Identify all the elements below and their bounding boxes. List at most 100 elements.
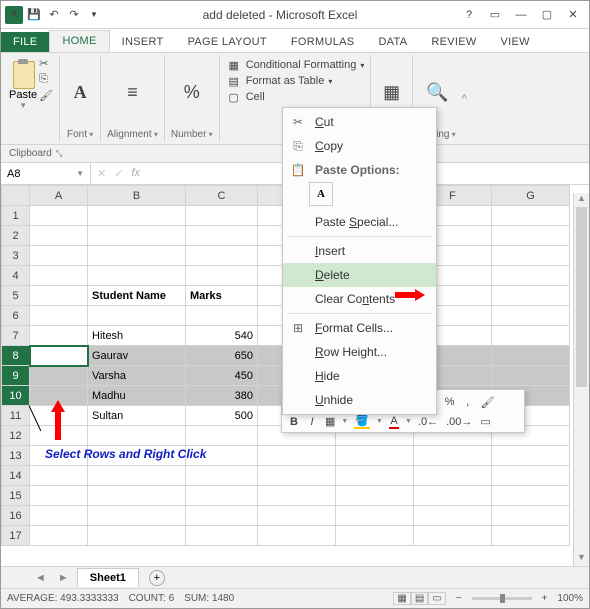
tab-review[interactable]: REVIEW [419, 32, 488, 52]
cut-icon[interactable]: ✂ [39, 57, 53, 71]
cell[interactable]: Hitesh [88, 326, 186, 346]
tab-file[interactable]: FILE [1, 32, 49, 52]
help-icon[interactable]: ? [457, 6, 481, 24]
conditional-formatting-button[interactable]: ▦Conditional Formatting ▾ [226, 57, 365, 73]
copy-icon[interactable]: ⎘ [39, 73, 53, 87]
row-header[interactable]: 10 [2, 386, 30, 406]
close-icon[interactable]: ✕ [561, 6, 585, 24]
menu-format-cells[interactable]: ⊞Format Cells... [283, 316, 436, 340]
border-icon[interactable]: ▦ [323, 415, 337, 428]
cell[interactable]: 650 [186, 346, 258, 366]
tab-view[interactable]: VIEW [489, 32, 542, 52]
tab-data[interactable]: DATA [366, 32, 419, 52]
row-header[interactable]: 15 [2, 486, 30, 506]
row-header[interactable]: 17 [2, 526, 30, 546]
minimize-icon[interactable]: ― [509, 6, 533, 24]
cell[interactable]: Marks [186, 286, 258, 306]
zoom-in-icon[interactable]: + [542, 593, 548, 604]
menu-paste-special[interactable]: Paste Special... [283, 210, 436, 234]
cancel-formula-icon[interactable]: ✕ [97, 167, 106, 180]
font-color-icon[interactable]: A [387, 415, 401, 429]
alignment-icon[interactable]: ≡ [119, 78, 147, 106]
font-icon[interactable]: A [66, 78, 94, 106]
name-box[interactable]: A8 ▼ [1, 163, 91, 184]
number-icon[interactable]: % [178, 78, 206, 106]
comma-format-icon[interactable]: , [461, 396, 475, 408]
accept-formula-icon[interactable]: ✓ [114, 167, 123, 180]
view-buttons[interactable]: ▦▤▭ [393, 593, 445, 604]
row-header[interactable]: 9 [2, 366, 30, 386]
menu-delete[interactable]: Delete [283, 263, 436, 287]
menu-cut[interactable]: ✂Cut [283, 110, 436, 134]
save-icon[interactable]: 💾 [25, 6, 43, 24]
col-header-g[interactable]: G [492, 186, 570, 206]
cell[interactable]: Sultan [88, 406, 186, 426]
tab-page-layout[interactable]: PAGE LAYOUT [176, 32, 279, 52]
cell[interactable]: 450 [186, 366, 258, 386]
row-header[interactable]: 4 [2, 266, 30, 286]
cell[interactable]: Madhu [88, 386, 186, 406]
maximize-icon[interactable]: ▢ [535, 6, 559, 24]
col-header-b[interactable]: B [88, 186, 186, 206]
row-header[interactable]: 3 [2, 246, 30, 266]
undo-icon[interactable]: ↶ [45, 6, 63, 24]
sheet-nav-next[interactable]: ► [54, 572, 73, 584]
fill-color-icon[interactable]: 🪣 [352, 414, 372, 429]
sheet-nav-prev[interactable]: ◄ [31, 572, 50, 584]
editing-icon[interactable]: 🔍 [423, 78, 451, 106]
paste-option-default[interactable]: A [309, 182, 333, 206]
menu-insert[interactable]: Insert [283, 239, 436, 263]
decrease-decimal-icon[interactable]: .0← [416, 416, 440, 428]
zoom-slider[interactable] [472, 597, 532, 600]
format-as-table-button[interactable]: ▤Format as Table ▾ [226, 73, 365, 89]
menu-copy[interactable]: ⎘Copy [283, 134, 436, 158]
cell[interactable]: 540 [186, 326, 258, 346]
collapse-ribbon-icon[interactable]: ^ [462, 55, 471, 142]
tab-home[interactable]: HOME [49, 30, 109, 52]
cell[interactable]: Varsha [88, 366, 186, 386]
format-painter-icon[interactable]: 🖌 [479, 396, 497, 409]
cells-icon[interactable]: ▦ [378, 78, 406, 106]
row-header[interactable]: 12 [2, 426, 30, 446]
format-painter-icon[interactable]: 🖌 [39, 89, 53, 103]
tab-insert[interactable]: INSERT [110, 32, 176, 52]
row-header[interactable]: 11 [2, 406, 30, 426]
menu-hide[interactable]: Hide [283, 364, 436, 388]
merge-icon[interactable]: ▭ [478, 415, 492, 428]
row-header[interactable]: 13 [2, 446, 30, 466]
row-header[interactable]: 16 [2, 506, 30, 526]
cell-styles-button[interactable]: ▢Cell [226, 89, 365, 105]
col-header-c[interactable]: C [186, 186, 258, 206]
cell[interactable]: 500 [186, 406, 258, 426]
sheet-tab-active[interactable]: Sheet1 [77, 568, 139, 587]
percent-format-icon[interactable]: % [443, 396, 457, 408]
paste-icon[interactable] [9, 57, 37, 89]
cell[interactable]: Student Name [88, 286, 186, 306]
row-header[interactable]: 5 [2, 286, 30, 306]
chevron-down-icon[interactable]: ▼ [76, 169, 84, 178]
menu-row-height[interactable]: Row Height... [283, 340, 436, 364]
scroll-thumb[interactable] [576, 207, 587, 387]
redo-icon[interactable]: ↷ [65, 6, 83, 24]
zoom-out-icon[interactable]: − [456, 593, 462, 604]
vertical-scrollbar[interactable]: ▲ ▼ [573, 193, 589, 566]
row-header[interactable]: 1 [2, 206, 30, 226]
col-header-a[interactable]: A [30, 186, 88, 206]
row-header[interactable]: 14 [2, 466, 30, 486]
bold-button[interactable]: B [287, 416, 301, 428]
zoom-level[interactable]: 100% [557, 593, 583, 604]
row-header[interactable]: 8 [2, 346, 30, 366]
add-sheet-button[interactable]: + [149, 570, 165, 586]
increase-decimal-icon[interactable]: .00→ [444, 416, 474, 428]
row-header[interactable]: 7 [2, 326, 30, 346]
row-header[interactable]: 2 [2, 226, 30, 246]
qa-dropdown-icon[interactable]: ▼ [85, 6, 103, 24]
fx-icon[interactable]: fx [131, 167, 140, 180]
cell[interactable]: Gaurav [88, 346, 186, 366]
ribbon-options-icon[interactable]: ▭ [483, 6, 507, 24]
row-header[interactable]: 6 [2, 306, 30, 326]
italic-button[interactable]: I [305, 416, 319, 428]
select-all-corner[interactable] [2, 186, 30, 206]
tab-formulas[interactable]: FORMULAS [279, 32, 367, 52]
menu-unhide[interactable]: Unhide [283, 388, 436, 412]
